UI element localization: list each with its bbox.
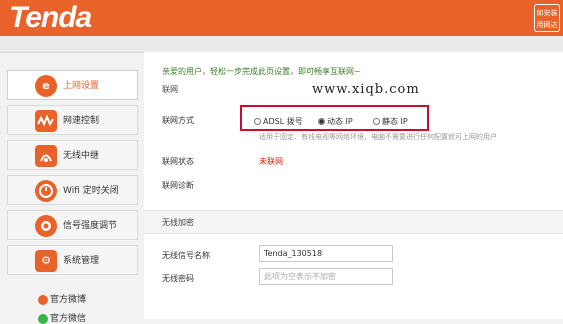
- sidebar-item-wireless-relay[interactable]: 无线中继: [7, 140, 138, 170]
- main-panel: 亲爱的用户，轻松一步完成此页设置，即可畅享互联网~ 联网 www.xiqb.co…: [144, 52, 563, 319]
- tenda-logo: Tenda: [9, 1, 92, 34]
- connection-mode-label: 联网方式: [162, 116, 194, 125]
- wireless-section-header: 无线加密: [144, 210, 563, 234]
- wireless-section-title: 无线加密: [162, 218, 194, 227]
- radio-dynamic-ip[interactable]: 动态 IP: [318, 116, 353, 127]
- radio-dot-icon: [373, 118, 380, 125]
- sidebar-item-label: Wifi 定时关闭: [63, 186, 119, 196]
- sidebar-item-label: 上网设置: [63, 81, 100, 91]
- greeting-text: 亲爱的用户，轻松一步完成此页设置，即可畅享互联网~: [162, 67, 361, 76]
- help-line-1: 如安装: [536, 9, 558, 17]
- sidebar-item-label: 网速控制: [63, 116, 100, 126]
- weibo-icon: [38, 294, 48, 305]
- radio-dot-selected-icon: [318, 118, 325, 125]
- sidebar-item-internet-settings[interactable]: e 上网设置: [7, 70, 138, 100]
- weibo-link[interactable]: 官方微博: [38, 292, 86, 305]
- connection-mode-highlight: ADSL 拨号 动态 IP 静态 IP: [240, 105, 429, 131]
- internet-explorer-icon: e: [35, 75, 57, 97]
- signal-strength-icon: [35, 215, 57, 237]
- radio-label: 动态 IP: [327, 117, 353, 126]
- connection-mode-hint: 适用于固定、有线电视等网络环境，电脑不需要进行任何配置就可上网的用户: [259, 133, 497, 141]
- radio-label: 静态 IP: [382, 117, 408, 126]
- ssid-label: 无线信号名称: [162, 251, 210, 260]
- help-button[interactable]: 如安装 用网达: [534, 4, 560, 32]
- system-gear-icon: ⚙: [35, 250, 57, 272]
- wechat-link[interactable]: 官方微信: [38, 311, 86, 324]
- connection-status-label: 联网状态: [162, 157, 194, 166]
- sidebar-item-label: 系统管理: [63, 256, 100, 266]
- help-line-2: 用网达: [536, 21, 558, 29]
- sidebar-item-wifi-timer[interactable]: Wifi 定时关闭: [7, 175, 138, 205]
- radio-dot-icon: [254, 118, 261, 125]
- watermark: www.xiqb.com: [312, 82, 420, 97]
- sub-bar: [0, 36, 563, 53]
- sidebar: e 上网设置 网速控制 无线中继 Wifi 定时关闭 信号强度调节 ⚙ 系统管理…: [7, 65, 138, 324]
- weibo-label: 官方微博: [50, 295, 87, 305]
- connection-status-value: 未联网: [259, 157, 283, 166]
- sidebar-item-system-management[interactable]: ⚙ 系统管理: [7, 245, 138, 275]
- ssid-input[interactable]: [259, 245, 393, 262]
- password-label: 无线密码: [162, 274, 194, 283]
- diagnosis-label[interactable]: 联网诊断: [162, 180, 194, 191]
- sidebar-item-signal-strength[interactable]: 信号强度调节: [7, 210, 138, 240]
- wireless-relay-icon: [35, 145, 57, 167]
- section-title-internet: 联网: [162, 85, 178, 94]
- sidebar-item-label: 信号强度调节: [63, 221, 118, 231]
- password-input[interactable]: [259, 268, 393, 285]
- speed-wave-icon: [35, 110, 57, 132]
- header-bar: Tenda 如安装 用网达: [0, 0, 563, 36]
- radio-static-ip[interactable]: 静态 IP: [373, 116, 408, 127]
- radio-adsl[interactable]: ADSL 拨号: [254, 116, 303, 127]
- wifi-timer-icon: [35, 180, 57, 202]
- sidebar-item-speed-control[interactable]: 网速控制: [7, 105, 138, 135]
- sidebar-item-label: 无线中继: [63, 151, 100, 161]
- radio-label: ADSL 拨号: [263, 117, 303, 126]
- wechat-label: 官方微信: [50, 314, 87, 324]
